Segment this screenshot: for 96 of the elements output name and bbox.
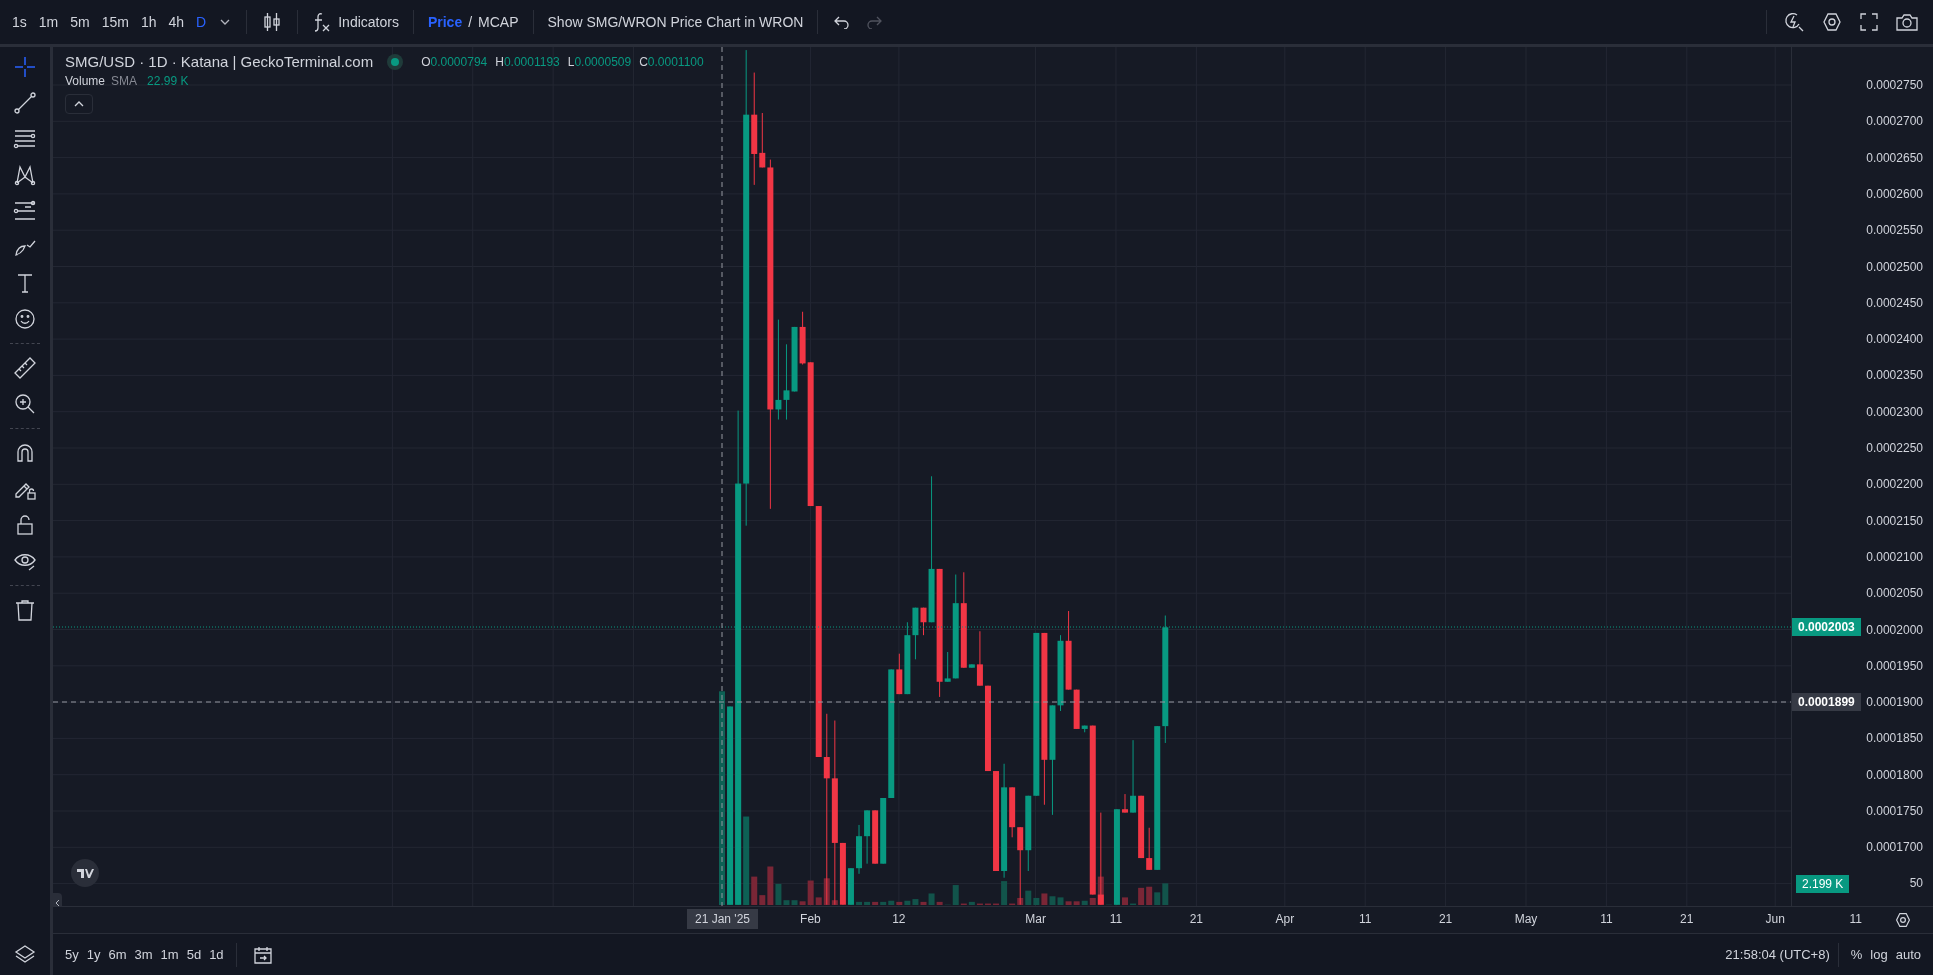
candle [1122, 793, 1128, 814]
candle [856, 824, 862, 875]
date-tick: 21 [1680, 912, 1694, 926]
ruler-icon[interactable] [13, 356, 37, 380]
price-tick: 0.0002100 [1866, 548, 1923, 565]
price-mode-toggle[interactable]: Price [421, 10, 469, 34]
fullscreen-icon[interactable] [1860, 13, 1878, 31]
ma-label: SMA [111, 74, 138, 88]
range-button[interactable]: 1m [156, 943, 183, 966]
ohlc-value: L0.0000509 [567, 54, 632, 69]
price-tick: 0.0002500 [1866, 258, 1923, 275]
date-tick: 11 [1109, 912, 1123, 926]
price-tick: 50 [1909, 875, 1923, 891]
interval-button[interactable]: 5m [64, 10, 96, 34]
price-tick: 0.0002400 [1866, 331, 1923, 348]
horizontal-lines-icon[interactable] [13, 127, 37, 151]
ohlc-value: O0.0000794 [421, 54, 488, 69]
interval-button[interactable]: 1s [6, 10, 33, 34]
volume-badge: 2.199 K [1796, 875, 1850, 893]
scale-option-button[interactable]: % [1846, 943, 1867, 966]
settings-icon[interactable] [1822, 12, 1842, 32]
volume-value: 22.99 K [147, 74, 189, 88]
calendar-icon[interactable] [252, 945, 273, 964]
date-tick: Feb [800, 912, 821, 926]
price-tick: 0.0002350 [1866, 367, 1923, 384]
chevron-up-icon [74, 101, 84, 107]
range-button[interactable]: 1d [205, 943, 228, 966]
chevron-down-icon[interactable] [220, 19, 231, 25]
trend-line-icon[interactable] [13, 91, 37, 115]
price-tick: 0.0002000 [1866, 621, 1923, 638]
pattern-icon[interactable] [13, 163, 37, 187]
price-tick: 0.0002700 [1866, 113, 1923, 130]
price-tick: 0.0002250 [1866, 440, 1923, 456]
crosshair-icon[interactable] [13, 55, 37, 79]
date-tick: Mar [1025, 912, 1046, 926]
price-tick: 0.0001900 [1866, 694, 1923, 711]
compare-chart-button[interactable]: Show SMG/WRON Price Chart in WRON [541, 10, 810, 34]
price-tick: 0.0001750 [1866, 803, 1923, 819]
interval-button[interactable]: 1h [134, 10, 163, 34]
date-tick: 11 [1849, 912, 1862, 926]
price-tick: 0.0002550 [1866, 222, 1923, 239]
price-tick: 0.0002750 [1866, 77, 1923, 93]
scale-option-button[interactable]: auto [1891, 943, 1925, 966]
ohlc-value: C0.0001100 [639, 54, 704, 69]
settings-icon[interactable] [1895, 912, 1911, 928]
price-mode-toggle[interactable]: MCAP [472, 10, 525, 34]
price-tick: 0.0001950 [1866, 657, 1923, 674]
date-tick: Jun [1765, 912, 1785, 926]
trash-icon[interactable] [13, 598, 37, 622]
range-button[interactable]: 1y [82, 943, 105, 966]
volume-label: Volume [65, 74, 106, 88]
status-dot [391, 57, 400, 66]
ohlc-value: H0.0001193 [495, 54, 560, 69]
price-tick: 0.0002600 [1866, 185, 1923, 202]
price-tick: 0.0002300 [1866, 403, 1923, 420]
price-tick: 0.0002650 [1866, 149, 1923, 166]
date-tick: 11 [1358, 912, 1372, 926]
price-tick: 0.0001850 [1866, 730, 1923, 747]
indicators-button[interactable]: Indicators [306, 7, 405, 37]
price-tick: 0.0002200 [1866, 476, 1923, 493]
range-button[interactable]: 5y [61, 943, 83, 966]
date-tick: 21 [1438, 912, 1453, 926]
interval-button[interactable]: 15m [95, 10, 135, 34]
date-tick: 11 [1600, 912, 1613, 926]
chevron-left-icon [55, 899, 60, 906]
ranges-icon[interactable] [13, 199, 37, 223]
crosshair-price-badge: 0.0001899 [1792, 693, 1861, 711]
smiley-icon[interactable] [13, 307, 37, 331]
date-tick: 21 [1189, 912, 1204, 926]
clock-label: 21:58:04 (UTC+8) [1725, 947, 1830, 962]
collapse-legend-button[interactable] [65, 94, 93, 114]
volume-bar [1122, 897, 1128, 905]
symbol-title: SMG/USD · 1D · Katana | GeckoTerminal.com [65, 53, 374, 70]
date-tick: May [1514, 912, 1538, 926]
date-tick: Apr [1275, 912, 1295, 926]
candlestick-icon[interactable] [263, 11, 282, 33]
range-button[interactable]: 5d [182, 943, 206, 966]
price-tick: 0.0002450 [1866, 294, 1923, 311]
scale-option-button[interactable]: log [1866, 943, 1892, 966]
crosshair-date-badge: 21 Jan '25 [687, 909, 758, 929]
lightning-search-icon[interactable] [1784, 12, 1804, 32]
last-price-badge: 0.0002003 [1792, 618, 1861, 636]
zoom-in-icon[interactable] [13, 392, 37, 416]
interval-button[interactable]: 4h [162, 10, 191, 34]
interval-button[interactable]: D [190, 10, 213, 34]
undo-icon[interactable] [834, 15, 851, 29]
price-tick: 0.0001800 [1866, 766, 1923, 783]
price-tick: 0.0002150 [1866, 512, 1923, 529]
camera-icon[interactable] [1896, 13, 1918, 31]
price-tick: 0.0001700 [1866, 839, 1923, 856]
interval-button[interactable]: 1m [32, 10, 65, 34]
price-tick: 0.0002050 [1866, 585, 1923, 602]
range-button[interactable]: 3m [130, 943, 157, 966]
separator-slash: / [468, 14, 473, 30]
date-tick: 12 [892, 912, 906, 926]
range-button[interactable]: 6m [104, 943, 131, 966]
